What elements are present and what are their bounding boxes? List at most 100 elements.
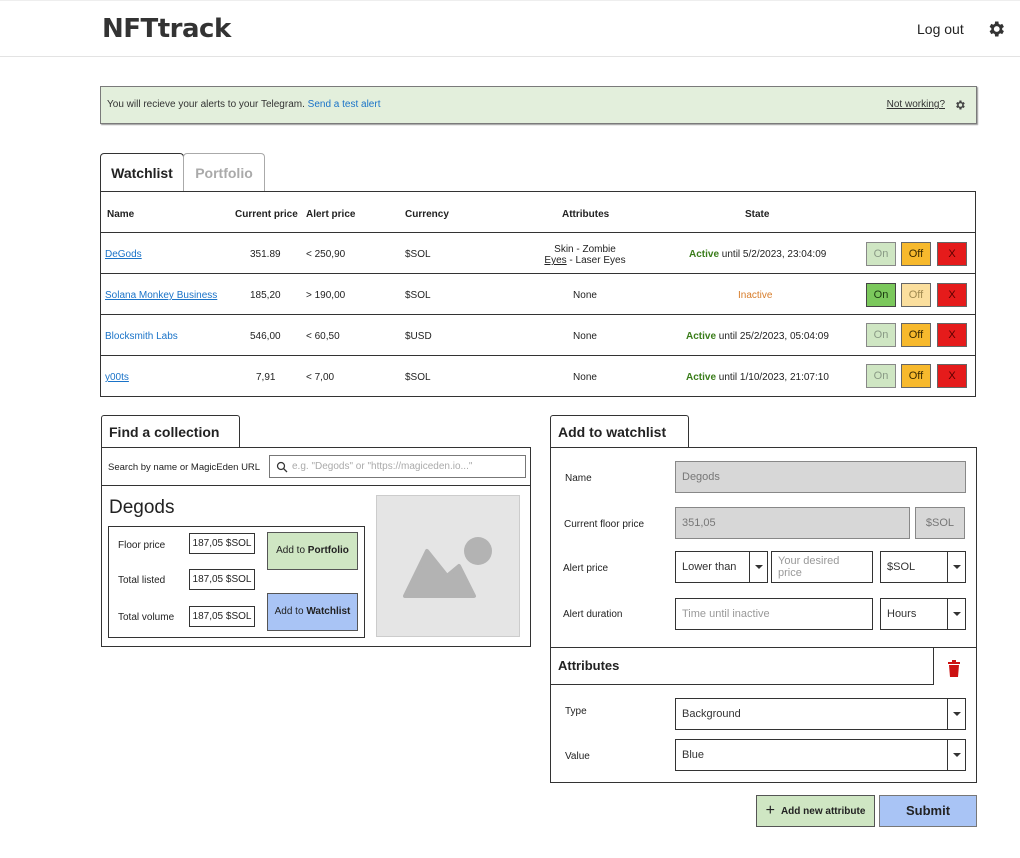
attribute-type-select[interactable]: Background xyxy=(675,698,966,730)
brand-logo[interactable]: NFTtrack xyxy=(102,14,231,44)
alert-currency-value: $SOL xyxy=(887,561,916,573)
state-cell: Active until 1/10/2023, 21:07:10 xyxy=(686,372,829,383)
on-button[interactable]: On xyxy=(866,364,896,388)
delete-button[interactable]: X xyxy=(937,364,967,388)
add-new-attribute-label: Add new attribute xyxy=(780,805,866,817)
tab-portfolio[interactable]: Portfolio xyxy=(183,153,265,192)
collection-link-y00ts[interactable]: y00ts xyxy=(105,372,129,383)
off-button[interactable]: Off xyxy=(901,242,931,266)
state-active: Active xyxy=(686,372,717,383)
collection-image-placeholder xyxy=(376,495,520,637)
delete-button[interactable]: X xyxy=(937,323,967,347)
trash-icon[interactable] xyxy=(947,660,961,677)
attributes-title: Attributes xyxy=(551,647,934,685)
attributes-cell: Skin - Zombie Eyes - Laser Eyes xyxy=(531,244,639,266)
send-test-alert-link[interactable]: Send a test alert xyxy=(308,99,381,110)
state-active: Active xyxy=(686,331,717,342)
add-to-watchlist-title: Add to watchlist xyxy=(550,415,689,447)
add-to-watchlist-button[interactable]: Add to Watchlist xyxy=(267,593,358,631)
attribute-value: - Laser Eyes xyxy=(566,255,626,266)
alert-text: You will recieve your alerts to your Tel… xyxy=(107,99,305,110)
alert-currency-select[interactable]: $SOL xyxy=(880,551,966,583)
alert-price: < 250,90 xyxy=(306,249,346,260)
button-prefix: Add to xyxy=(276,545,308,556)
attribute-line: Skin - Zombie xyxy=(554,244,616,255)
value-label: Value xyxy=(565,751,590,762)
chevron-down-icon xyxy=(749,552,767,582)
collection-link-solana-monkey-business[interactable]: Solana Monkey Business xyxy=(105,290,217,301)
header-attributes: Attributes xyxy=(562,209,610,220)
current-price: 185,20 xyxy=(250,290,281,301)
logout-button[interactable]: Log out xyxy=(917,21,964,37)
find-collection-title: Find a collection xyxy=(101,415,240,447)
currency: $SOL xyxy=(405,372,431,383)
divider xyxy=(102,485,530,486)
on-button[interactable]: On xyxy=(866,323,896,347)
collection-link-blocksmith-labs[interactable]: Blocksmith Labs xyxy=(105,331,178,342)
add-to-portfolio-button[interactable]: Add to Portfolio xyxy=(267,532,358,570)
current-floor-price-input[interactable]: 351,05 xyxy=(675,507,910,539)
alert-settings-gear-icon[interactable] xyxy=(954,99,966,111)
desired-price-input[interactable]: Your desired price xyxy=(771,551,873,583)
current-price: 7,91 xyxy=(256,372,276,383)
not-working-link[interactable]: Not working? xyxy=(887,99,945,110)
row-divider xyxy=(101,232,975,233)
delete-button[interactable]: X xyxy=(937,242,967,266)
off-button[interactable]: Off xyxy=(901,323,931,347)
attribute-key: Eyes xyxy=(544,255,567,266)
alert-price: < 7,00 xyxy=(306,372,335,383)
delete-button[interactable]: X xyxy=(937,283,967,307)
attributes-cell: None xyxy=(573,372,597,383)
total-volume-label: Total volume xyxy=(118,612,175,623)
off-button[interactable]: Off xyxy=(901,364,931,388)
on-button[interactable]: On xyxy=(866,283,896,307)
alert-mode-value: Lower than xyxy=(682,561,737,573)
total-listed-value: 187,05 $SOL xyxy=(189,569,255,590)
header-current-price: Current price xyxy=(235,209,298,220)
submit-button[interactable]: Submit xyxy=(879,795,977,827)
currency: $USD xyxy=(405,331,432,342)
current-floor-price-label: Current floor price xyxy=(564,519,645,530)
floor-price-label: Floor price xyxy=(118,540,166,551)
alert-price: < 60,50 xyxy=(306,331,340,342)
current-price: 351.89 xyxy=(250,249,281,260)
row-divider xyxy=(101,273,975,274)
row-divider xyxy=(101,355,975,356)
attribute-value-select[interactable]: Blue xyxy=(675,739,966,771)
header-state: State xyxy=(745,209,770,220)
name-input[interactable]: Degods xyxy=(675,461,966,493)
add-new-attribute-button[interactable]: + Add new attribute xyxy=(756,795,875,827)
current-price: 546,00 xyxy=(250,331,281,342)
tab-watchlist[interactable]: Watchlist xyxy=(100,153,184,192)
on-button[interactable]: On xyxy=(866,242,896,266)
chevron-down-icon xyxy=(947,552,965,582)
telegram-alert-banner: You will recieve your alerts to your Tel… xyxy=(100,86,977,124)
collection-link-degods[interactable]: DeGods xyxy=(105,249,142,260)
chevron-down-icon xyxy=(947,699,965,729)
header-name: Name xyxy=(107,209,135,220)
floor-price-value: 187,05 $SOL xyxy=(189,533,255,554)
search-input[interactable]: e.g. "Degods" or "https://magiceden.io..… xyxy=(269,455,526,478)
state-cell: Active until 25/2/2023, 05:04:09 xyxy=(686,331,829,342)
chevron-down-icon xyxy=(947,740,965,770)
currency: $SOL xyxy=(405,249,431,260)
attributes-cell: None xyxy=(573,290,597,301)
total-volume-value: 187,05 $SOL xyxy=(189,606,255,627)
attribute-value-value: Blue xyxy=(682,749,705,761)
row-divider xyxy=(101,314,975,315)
state-cell: Active until 5/2/2023, 23:04:09 xyxy=(689,249,826,260)
plus-icon: + xyxy=(765,802,775,819)
duration-unit-select[interactable]: Hours xyxy=(880,598,966,630)
state-active: Active xyxy=(689,249,720,260)
floor-currency: $SOL xyxy=(915,507,965,539)
alert-mode-select[interactable]: Lower than xyxy=(675,551,768,583)
state-inactive: Inactive xyxy=(738,290,773,301)
duration-unit-value: Hours xyxy=(887,608,917,620)
settings-gear-icon[interactable] xyxy=(986,19,1006,39)
state-until: until 5/2/2023, 23:04:09 xyxy=(719,249,827,260)
off-button[interactable]: Off xyxy=(901,283,931,307)
watchlist-table: Name Current price Alert price Currency … xyxy=(100,191,976,397)
search-placeholder: e.g. "Degods" or "https://magiceden.io..… xyxy=(292,461,473,472)
duration-input[interactable]: Time until inactive xyxy=(675,598,873,630)
search-label: Search by name or MagicEden URL xyxy=(108,462,261,473)
